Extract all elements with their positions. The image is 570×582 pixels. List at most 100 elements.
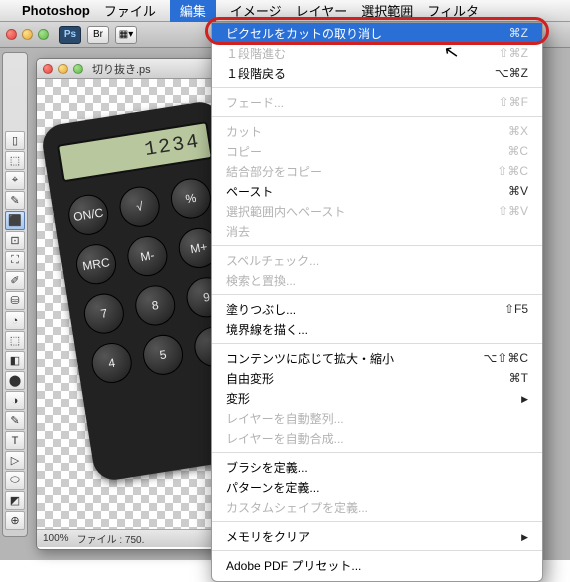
menu-shortcut: ⌘V [508, 184, 528, 198]
submenu-arrow-icon [515, 391, 528, 405]
menu-item-label: 境界線を描く... [226, 321, 308, 338]
tool[interactable]: ✐ [5, 271, 25, 290]
menu-item[interactable]: ピクセルをカットの取り消し⌘Z [212, 23, 542, 43]
menubar-file[interactable]: ファイル [104, 1, 156, 20]
calc-key: M- [125, 233, 171, 279]
calc-key: 4 [89, 340, 135, 386]
menubar-layer[interactable]: レイヤー [296, 1, 348, 20]
tool[interactable]: ⛁ [5, 291, 25, 310]
menu-item: カット ⌘X [212, 121, 542, 141]
menu-item: １段階進む⇧⌘Z [212, 43, 542, 63]
tool[interactable]: ◔ [5, 311, 25, 330]
bridge-icon[interactable]: Br [87, 26, 109, 44]
menu-item-label: カスタムシェイプを定義... [226, 499, 368, 516]
minimize-icon[interactable] [58, 64, 68, 74]
close-icon[interactable] [6, 29, 17, 40]
document-window: 切り抜き.ps 1234 ON/C√% MRCM-M+ 789 456 100%… [36, 58, 226, 550]
tool[interactable]: ⊕ [5, 511, 25, 530]
document-titlebar[interactable]: 切り抜き.ps [37, 59, 225, 79]
screen-mode-icon[interactable]: ▦▾ [115, 26, 137, 44]
tool[interactable]: ⬤ [5, 371, 25, 390]
menu-item-label: フェード... [226, 94, 284, 111]
menu-item-label: １段階進む [226, 45, 286, 62]
menu-item[interactable]: 自由変形 ⌘T [212, 368, 542, 388]
menu-item: フェード... ⇧⌘F [212, 92, 542, 112]
menu-item-label: Adobe PDF プリセット... [226, 557, 361, 574]
canvas[interactable]: 1234 ON/C√% MRCM-M+ 789 456 [37, 79, 225, 529]
menu-item-label: コンテンツに応じて拡大・縮小 [226, 350, 394, 367]
menu-item-label: ピクセルをカットの取り消し [226, 25, 382, 42]
menu-shortcut: ⌥⇧⌘C [483, 351, 528, 365]
calc-key: % [168, 176, 214, 222]
zoom-icon[interactable] [38, 29, 49, 40]
minimize-icon[interactable] [22, 29, 33, 40]
menu-shortcut: ⌘X [508, 124, 528, 138]
zoom-icon[interactable] [73, 64, 83, 74]
tool-palette: ▯ ⬚ ⌖ ✎ ⬛ ⊡ ⛶ ✐ ⛁ ◔ ⬚ ◧ ⬤ ◑ ✎ T ▷ ⬭ ◩ ⊕ [2, 52, 28, 537]
menu-item[interactable]: 境界線を描く... [212, 319, 542, 339]
tool-move[interactable]: ▯ [5, 131, 25, 150]
menu-item[interactable]: 変形 [212, 388, 542, 408]
menu-item[interactable]: パターンを定義... [212, 477, 542, 497]
tool[interactable]: ⬚ [5, 331, 25, 350]
menu-item: 検索と置換... [212, 270, 542, 290]
file-info: ファイル : 750. [77, 531, 145, 546]
tool[interactable]: ◩ [5, 491, 25, 510]
menu-shortcut: ⌘T [509, 371, 528, 385]
tool[interactable]: ⛶ [5, 251, 25, 270]
document-title: 切り抜き.ps [92, 61, 151, 77]
document-status: 100% ファイル : 750. [37, 529, 225, 547]
menu-item: レイヤーを自動合成... [212, 428, 542, 448]
menu-shortcut: ⌥⌘Z [495, 66, 528, 80]
menu-shortcut: ⇧⌘F [499, 95, 528, 109]
menu-item: カスタムシェイプを定義... [212, 497, 542, 517]
menu-item-label: レイヤーを自動整列... [226, 410, 344, 427]
menu-item-label: 選択範囲内へペースト [226, 203, 345, 220]
menu-item-label: 消去 [226, 223, 250, 240]
menu-item: 消去 [212, 221, 542, 241]
zoom-level[interactable]: 100% [43, 533, 69, 544]
menubar-select[interactable]: 選択範囲 [361, 1, 413, 20]
ps-icon[interactable]: Ps [59, 26, 81, 44]
menu-item[interactable]: 塗りつぶし...⇧F5 [212, 299, 542, 319]
menu-item[interactable]: ブラシを定義... [212, 457, 542, 477]
menu-item-label: カット [226, 123, 262, 140]
menubar-image[interactable]: イメージ [230, 1, 282, 20]
menu-shortcut: ⇧⌘V [498, 204, 528, 218]
tool[interactable]: ✎ [5, 411, 25, 430]
close-icon[interactable] [43, 64, 53, 74]
menu-item-label: スペルチェック... [226, 252, 319, 269]
tool-wand[interactable]: ⬛ [5, 211, 25, 230]
calc-key: √ [117, 184, 163, 230]
tool-marquee[interactable]: ⬚ [5, 151, 25, 170]
menu-item-label: １段階戻る [226, 65, 286, 82]
tool-type[interactable]: T [5, 431, 25, 450]
menu-item[interactable]: Adobe PDF プリセット... [212, 555, 542, 575]
tool-crop[interactable]: ⊡ [5, 231, 25, 250]
tool[interactable]: ✎ [5, 191, 25, 210]
window-traffic-lights [6, 29, 49, 40]
menu-item[interactable]: ペースト ⌘V [212, 181, 542, 201]
tool[interactable]: ⬭ [5, 471, 25, 490]
menu-shortcut: ⇧⌘C [497, 164, 528, 178]
menu-item[interactable]: コンテンツに応じて拡大・縮小 ⌥⇧⌘C [212, 348, 542, 368]
menu-item: 選択範囲内へペースト ⇧⌘V [212, 201, 542, 221]
tool[interactable]: ◧ [5, 351, 25, 370]
tool-lasso[interactable]: ⌖ [5, 171, 25, 190]
tool[interactable]: ◑ [5, 391, 25, 410]
calc-display: 1234 [57, 121, 213, 182]
menu-item-label: コピー [226, 143, 262, 160]
menubar-app[interactable]: Photoshop [22, 3, 90, 18]
menubar-edit[interactable]: 編集 [170, 0, 216, 22]
menu-item[interactable]: １段階戻る ⌥⌘Z [212, 63, 542, 83]
calc-key: 8 [132, 283, 178, 329]
calc-key: ON/C [65, 192, 111, 238]
menu-item[interactable]: メモリをクリア [212, 526, 542, 546]
menu-item-label: ペースト [226, 183, 273, 200]
submenu-arrow-icon [515, 529, 528, 543]
menubar-filter[interactable]: フィルタ [427, 1, 479, 20]
tool[interactable]: ▷ [5, 451, 25, 470]
menu-item-label: 自由変形 [226, 370, 274, 387]
mac-menubar: Photoshop ファイル 編集 イメージ レイヤー 選択範囲 フィルタ [0, 0, 570, 22]
menu-item-label: レイヤーを自動合成... [226, 430, 344, 447]
